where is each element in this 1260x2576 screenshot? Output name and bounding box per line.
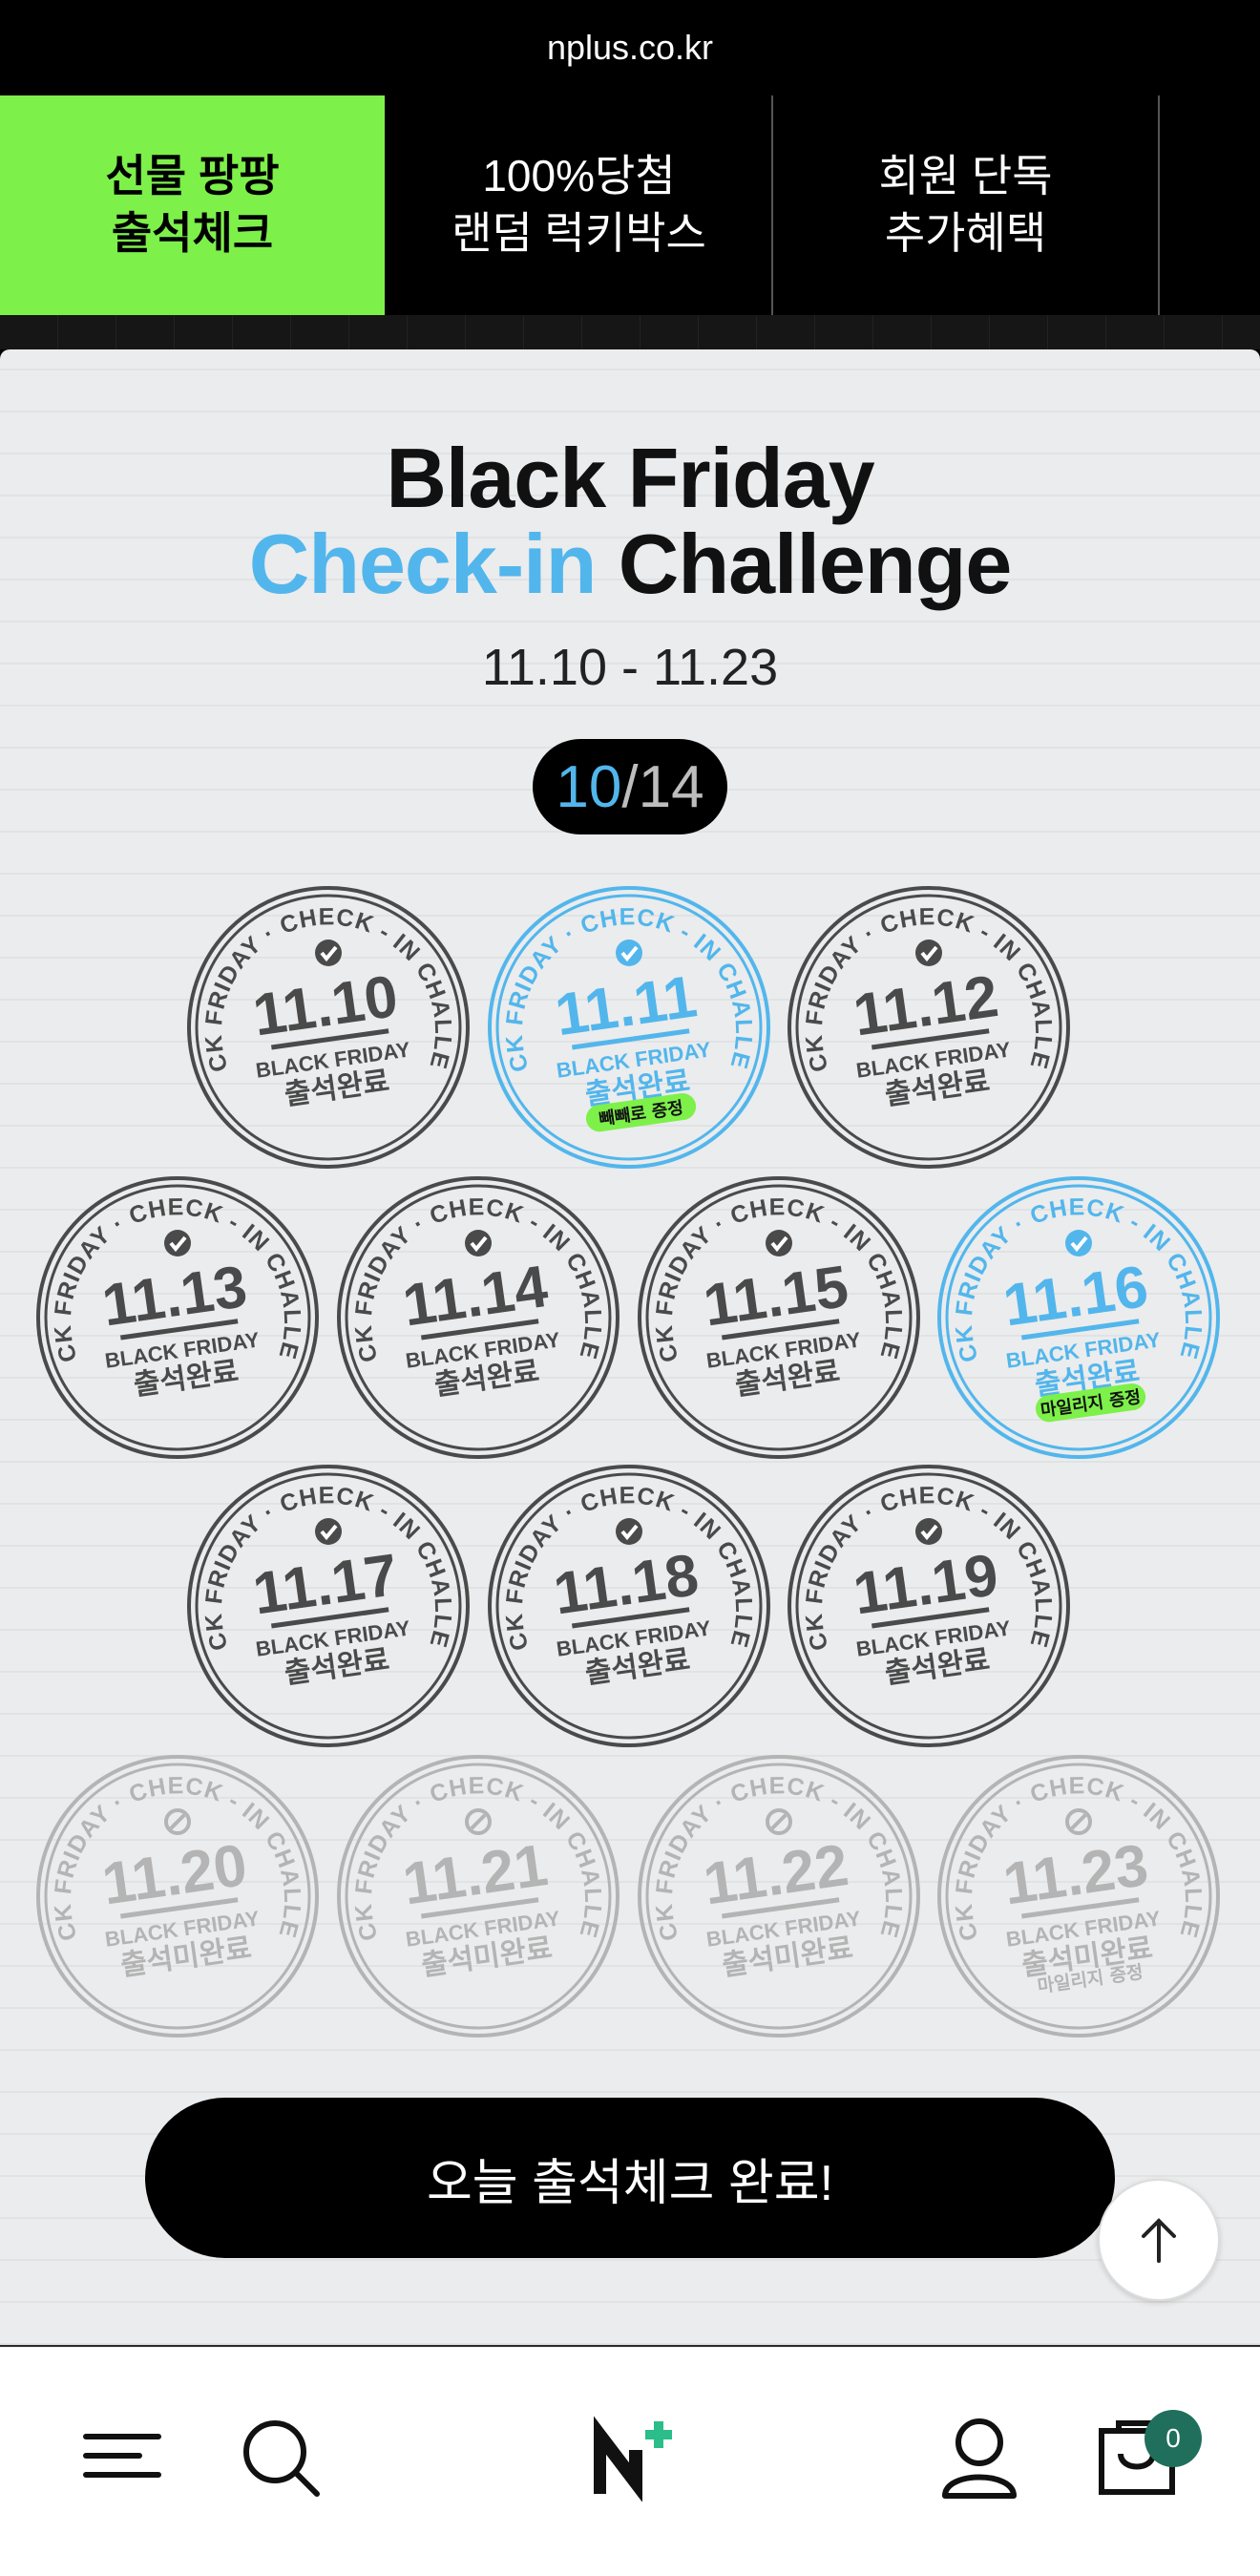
tab-lucky-box[interactable]: 100%당첨 랜덤 럭키박스 [387, 95, 773, 315]
stamp-date: 11.12 [850, 963, 1002, 1048]
attendance-stamp: BLACK FRIDAY · CHECK - IN CHALLENGE 11.1… [486, 884, 772, 1171]
hero-title-line1: Black Friday [386, 431, 874, 525]
attendance-stamp: BLACK FRIDAY · CHECK - IN CHALLENGE 11.1… [185, 1463, 472, 1749]
stamp-date: 11.13 [98, 1254, 251, 1339]
attendance-stamp: BLACK FRIDAY · CHECK - IN CHALLENGE 11.2… [34, 1753, 321, 2039]
url-text: nplus.co.kr [546, 28, 714, 67]
user-icon[interactable] [939, 2416, 1019, 2500]
attendance-stamp: BLACK FRIDAY · CHECK - IN CHALLENGE 11.2… [335, 1753, 621, 2039]
stamp-date: 11.11 [552, 963, 701, 1048]
progress-counter: 10/14 [533, 739, 727, 834]
stamp-date: 11.15 [700, 1254, 852, 1339]
tab-member-benefit[interactable]: 회원 단독 추가혜택 [773, 95, 1160, 315]
event-tab-bar: 선물 팡팡 출석체크 100%당첨 랜덤 럭키박스 회원 단독 추가혜택 구 서 [0, 95, 1260, 315]
attendance-stamp: BLACK FRIDAY · CHECK - IN CHALLENGE 11.1… [34, 1174, 321, 1461]
tab-partial-next[interactable]: 구 서 [1160, 95, 1260, 315]
hero-title-rest: Challenge [596, 517, 1013, 611]
tab-attendance-check[interactable]: 선물 팡팡 출석체크 [0, 95, 387, 315]
stamp-date: 11.17 [249, 1542, 402, 1627]
stamp-date: 11.21 [399, 1832, 552, 1917]
stamp-date: 11.20 [98, 1832, 251, 1917]
stamp-date: 11.22 [700, 1832, 852, 1917]
scroll-to-top-button[interactable] [1098, 2179, 1220, 2301]
hero-title-accent: Check-in [248, 517, 598, 611]
attendance-stamp: BLACK FRIDAY · CHECK - IN CHALLENGE 11.1… [486, 1463, 772, 1749]
progress-separator: / [621, 753, 639, 820]
progress-done: 10 [556, 753, 622, 820]
stamp-date: 11.14 [399, 1254, 552, 1340]
stamp-date: 11.10 [249, 963, 402, 1048]
progress-total: 14 [638, 753, 704, 820]
attendance-stamp: BLACK FRIDAY · CHECK - IN CHALLENGE 11.1… [786, 884, 1072, 1171]
hamburger-icon[interactable] [82, 2416, 162, 2496]
stamp-date: 11.19 [850, 1542, 1002, 1627]
stamp-date: 11.23 [999, 1832, 1152, 1917]
browser-url-bar[interactable]: nplus.co.kr [0, 0, 1260, 95]
stamp-date: 11.16 [999, 1254, 1152, 1339]
search-icon[interactable] [239, 2416, 323, 2500]
attendance-stamp: BLACK FRIDAY · CHECK - IN CHALLENGE 11.2… [935, 1753, 1222, 2039]
attendance-stamp: BLACK FRIDAY · CHECK - IN CHALLENGE 11.1… [185, 884, 472, 1171]
attendance-stamp: BLACK FRIDAY · CHECK - IN CHALLENGE 11.2… [636, 1753, 922, 2039]
attendance-stamp: BLACK FRIDAY · CHECK - IN CHALLENGE 11.1… [935, 1174, 1222, 1461]
attendance-stamp: BLACK FRIDAY · CHECK - IN CHALLENGE 11.1… [786, 1463, 1072, 1749]
attendance-stamp: BLACK FRIDAY · CHECK - IN CHALLENGE 11.1… [636, 1174, 922, 1461]
attendance-stamp: BLACK FRIDAY · CHECK - IN CHALLENGE 11.1… [335, 1174, 621, 1461]
n-plus-logo[interactable] [594, 2416, 680, 2502]
stamp-date: 11.18 [550, 1542, 703, 1627]
hero-title-line2: Check-in Challenge [0, 516, 1260, 613]
cart-count-badge: 0 [1144, 2410, 1202, 2467]
checkin-complete-button[interactable]: 오늘 출석체크 완료! [145, 2098, 1115, 2258]
arrow-up-icon [1142, 2218, 1176, 2263]
decorative-strip [0, 315, 1260, 349]
event-date-range: 11.10 - 11.23 [481, 639, 779, 696]
